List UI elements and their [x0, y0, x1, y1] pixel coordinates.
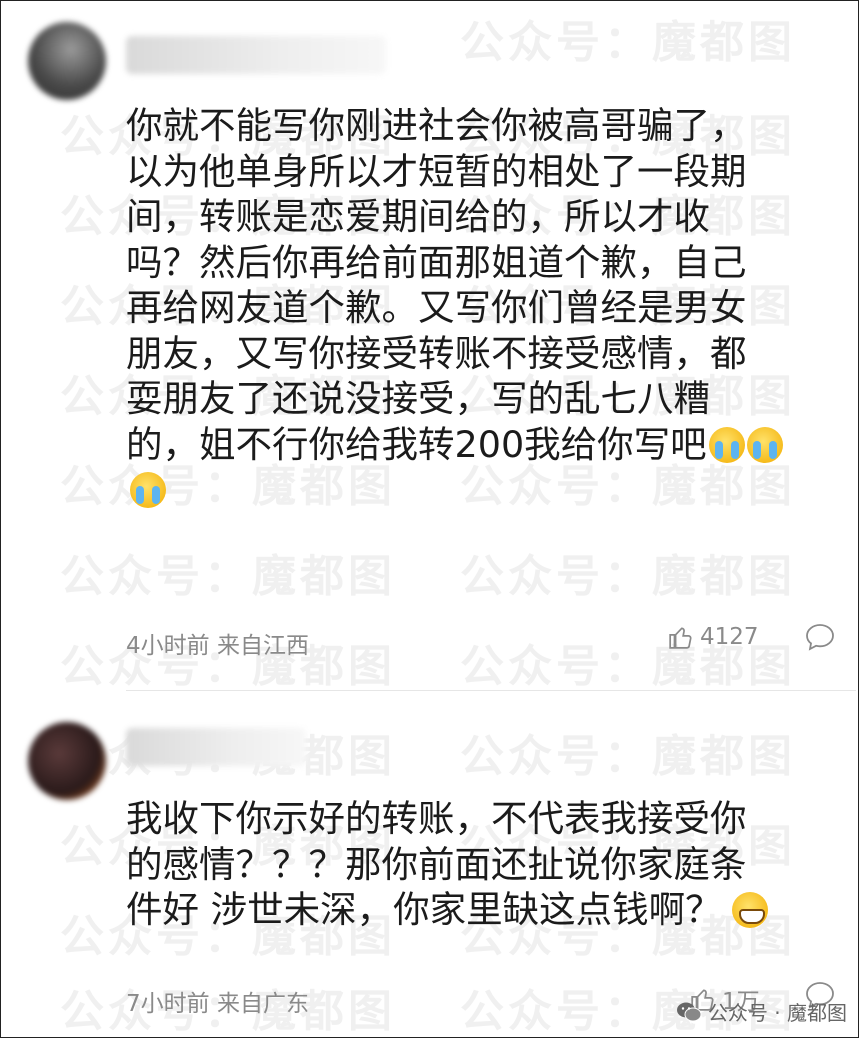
wechat-account-label: 公众号 · 魔都图 [707, 1001, 847, 1025]
comment-meta: 7小时前 来自广东 [126, 984, 309, 1018]
crying-face-icon [130, 472, 166, 508]
comment-item: 你就不能写你刚进社会你被高哥骗了， 以为他单身所以才短暂的相处了一段期 间，转账… [0, 0, 861, 690]
comment-time: 4小时前 [126, 633, 210, 659]
comment-time: 7小时前 [126, 991, 210, 1017]
comment-body: 你就不能写你刚进社会你被高哥骗了， 以为他单身所以才短暂的相处了一段期 间，转账… [126, 103, 816, 513]
username-blurred[interactable] [126, 36, 386, 74]
comment-location: 来自江西 [216, 633, 309, 659]
crying-face-icon [708, 426, 745, 463]
grinning-face-icon [731, 892, 768, 928]
like-count: 4127 [700, 624, 759, 650]
comment-meta: 4小时前 来自江西 [126, 626, 309, 660]
avatar[interactable] [28, 22, 106, 100]
crying-face-icon [746, 426, 783, 463]
wechat-account-badge: 公众号 · 魔都图 [676, 997, 847, 1026]
comment-body: 我收下你示好的转账，不代表我接受你 的感情？？？那你前面还扯说你家庭条 件好 涉… [126, 796, 816, 933]
comment-text: 我收下你示好的转账，不代表我接受你 的感情？？？那你前面还扯说你家庭条 件好 涉… [126, 797, 747, 931]
username-blurred[interactable] [126, 728, 306, 766]
comment-text: 你就不能写你刚进社会你被高哥骗了， 以为他单身所以才短暂的相处了一段期 间，转账… [126, 104, 747, 466]
thumbs-up-icon [669, 627, 692, 649]
like-button[interactable]: 4127 [668, 624, 759, 650]
wechat-icon [676, 1002, 702, 1021]
avatar[interactable] [28, 722, 106, 800]
comment-location: 来自广东 [216, 991, 309, 1017]
comment-item: 我收下你示好的转账，不代表我接受你 的感情？？？那你前面还扯说你家庭条 件好 涉… [0, 690, 861, 1040]
reply-icon[interactable] [804, 622, 836, 652]
